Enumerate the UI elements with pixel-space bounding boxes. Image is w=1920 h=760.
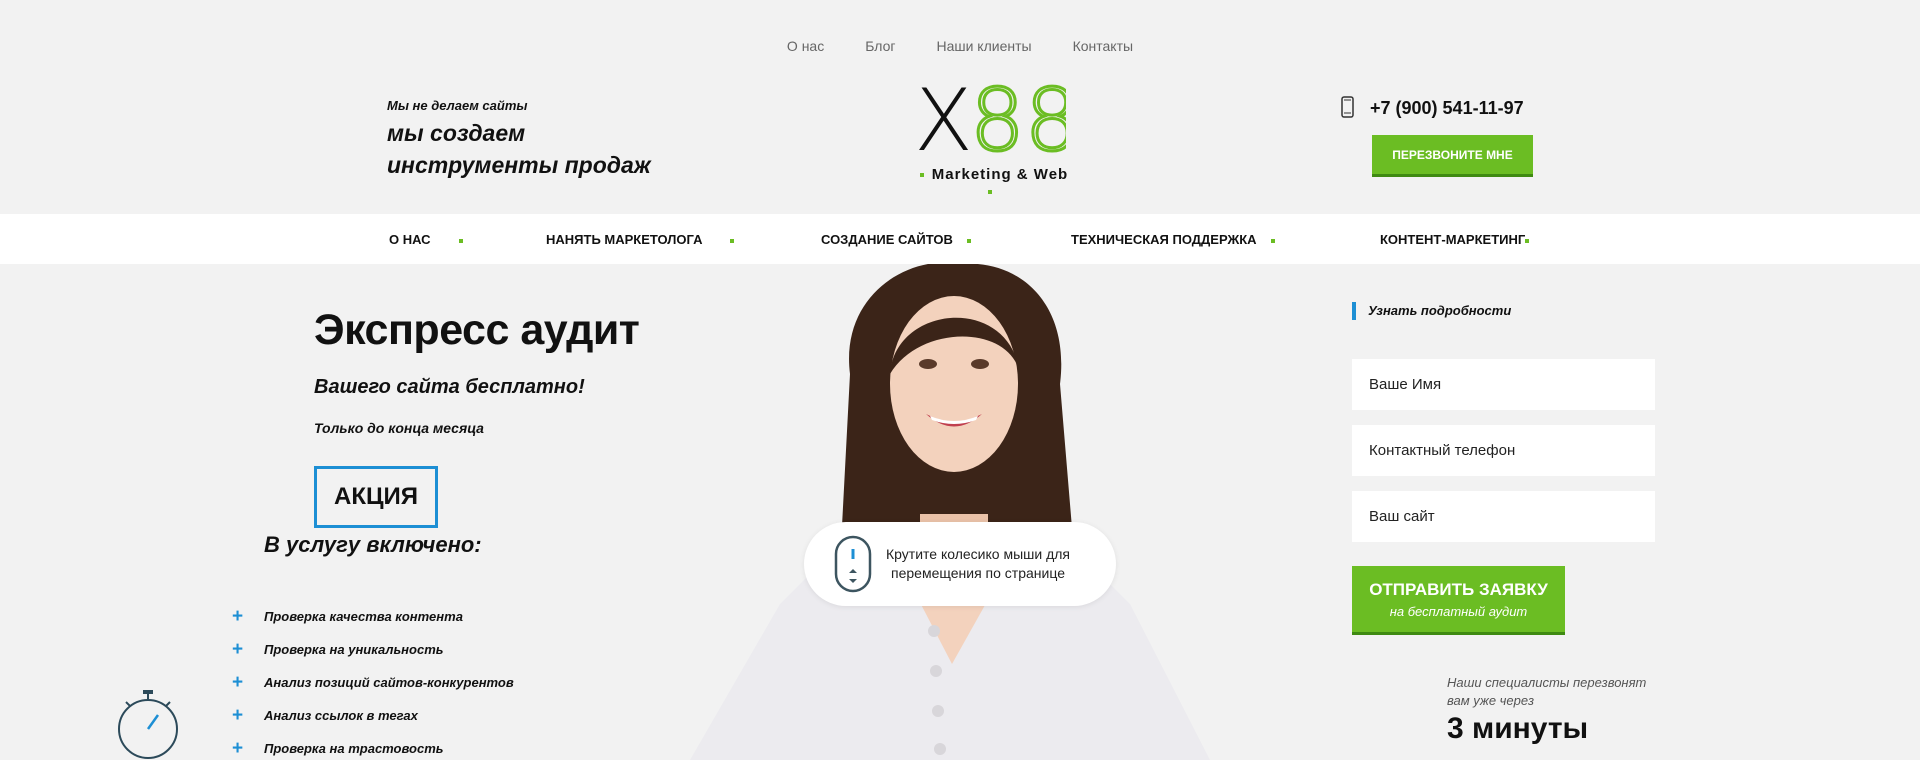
included-list: + Проверка качества контента + Проверка на…	[232, 600, 514, 760]
main-nav-content-marketing-label: КОНТЕНТ-МАРКЕТИНГ	[1380, 232, 1526, 247]
name-field[interactable]	[1352, 359, 1655, 410]
callback-button[interactable]: ПЕРЕЗВОНИТЕ МНЕ	[1372, 135, 1533, 177]
plus-icon: +	[232, 671, 244, 693]
callback-note-line-2: вам уже через	[1447, 693, 1535, 708]
scroll-hint-text: Крутите колесико мыши для перемещения по…	[886, 545, 1070, 583]
main-nav-dot	[458, 238, 463, 243]
main-nav-support[interactable]: ТЕХНИЧЕСКАЯ ПОДДЕРЖКА	[1071, 232, 1275, 247]
callback-note: Наши специалисты перезвонят вам уже чере…	[1447, 674, 1647, 710]
mouse-scroll-icon	[834, 535, 872, 593]
phone-icon	[1341, 96, 1354, 118]
main-nav-websites[interactable]: СОЗДАНИЕ САЙТОВ	[821, 232, 971, 247]
list-item: + Анализ ссылок в тегах	[232, 699, 514, 732]
main-nav-websites-label: СОЗДАНИЕ САЙТОВ	[821, 232, 953, 247]
list-item-text: Проверка качества контента	[264, 609, 463, 624]
main-nav-dot	[1525, 238, 1530, 243]
submit-button-sublabel: на бесплатный аудит	[1389, 603, 1528, 619]
list-item-text: Анализ позиций сайтов-конкурентов	[264, 675, 514, 690]
form-title: Узнать подробности	[1352, 302, 1511, 320]
plus-icon: +	[232, 638, 244, 660]
main-nav-about[interactable]: О НАС	[389, 232, 463, 247]
logo-letter-x: X	[914, 78, 973, 160]
phone-number[interactable]: +7 (900) 541-11-97	[1370, 98, 1524, 119]
woman-photo	[690, 264, 1210, 760]
top-nav-contacts[interactable]: Контакты	[1073, 38, 1133, 54]
tagline-line-1: мы создаем	[387, 120, 526, 146]
callback-minutes: 3 минуты	[1447, 712, 1589, 745]
logo-digits: 88	[970, 78, 1066, 160]
logo-dot-left	[919, 173, 924, 178]
tagline-big: мы создаем инструменты продаж	[387, 117, 651, 181]
logo-subtitle: Marketing & Web	[905, 166, 1075, 200]
list-item-text: Проверка на трастовость	[264, 741, 444, 756]
callback-note-line-1: Наши специалисты перезвонят	[1447, 675, 1647, 690]
promo-badge: АКЦИЯ	[314, 466, 438, 528]
logo[interactable]: X 88	[914, 78, 1066, 160]
main-nav-content-marketing[interactable]: КОНТЕНТ-МАРКЕТИНГ	[1380, 232, 1530, 247]
plus-icon: +	[232, 704, 244, 726]
plus-icon: +	[232, 605, 244, 627]
list-item-text: Анализ ссылок в тегах	[264, 708, 418, 723]
top-nav: О нас Блог Наши клиенты Контакты	[0, 38, 1920, 54]
promo-title: Экспресс аудит	[314, 306, 640, 354]
main-nav: О НАС НАНЯТЬ МАРКЕТОЛОГА СОЗДАНИЕ САЙТОВ…	[0, 214, 1920, 264]
main-nav-dot	[966, 238, 971, 243]
submit-button[interactable]: ОТПРАВИТЬ ЗАЯВКУ на бесплатный аудит	[1352, 566, 1565, 635]
stopwatch-icon	[118, 690, 178, 759]
promo-deadline: Только до конца месяца	[314, 420, 484, 436]
main-nav-hire-marketer-label: НАНЯТЬ МАРКЕТОЛОГА	[546, 232, 703, 247]
main-nav-support-label: ТЕХНИЧЕСКАЯ ПОДДЕРЖКА	[1071, 232, 1257, 247]
scroll-hint: Крутите колесико мыши для перемещения по…	[804, 522, 1116, 606]
logo-subtitle-text: Marketing & Web	[931, 166, 1069, 183]
logo-dot-right	[988, 190, 992, 195]
list-item: + Проверка на уникальность	[232, 633, 514, 666]
included-title: В услугу включено:	[264, 532, 482, 557]
list-item: + Проверка качества контента	[232, 600, 514, 633]
scroll-hint-line-2: перемещения по странице	[891, 565, 1065, 581]
phone-field[interactable]	[1352, 425, 1655, 476]
main-nav-dot	[730, 238, 735, 243]
tagline-small: Мы не делаем сайты	[387, 98, 528, 113]
main-nav-dot	[1270, 238, 1275, 243]
main-nav-about-label: О НАС	[389, 232, 431, 247]
top-nav-about[interactable]: О нас	[787, 38, 824, 54]
list-item: + Анализ позиций сайтов-конкурентов	[232, 666, 514, 699]
list-item: + Проверка на трастовость	[232, 732, 514, 760]
tagline-line-2: инструменты продаж	[387, 152, 651, 178]
promo-subtitle: Вашего сайта бесплатно!	[314, 376, 585, 398]
plus-icon: +	[232, 737, 244, 759]
list-item-text: Проверка на уникальность	[264, 642, 444, 657]
site-field[interactable]	[1352, 491, 1655, 542]
top-nav-clients[interactable]: Наши клиенты	[936, 38, 1031, 54]
top-nav-blog[interactable]: Блог	[865, 38, 895, 54]
scroll-hint-line-1: Крутите колесико мыши для	[886, 546, 1070, 562]
submit-button-label: ОТПРАВИТЬ ЗАЯВКУ	[1369, 579, 1548, 599]
main-nav-hire-marketer[interactable]: НАНЯТЬ МАРКЕТОЛОГА	[546, 232, 735, 247]
